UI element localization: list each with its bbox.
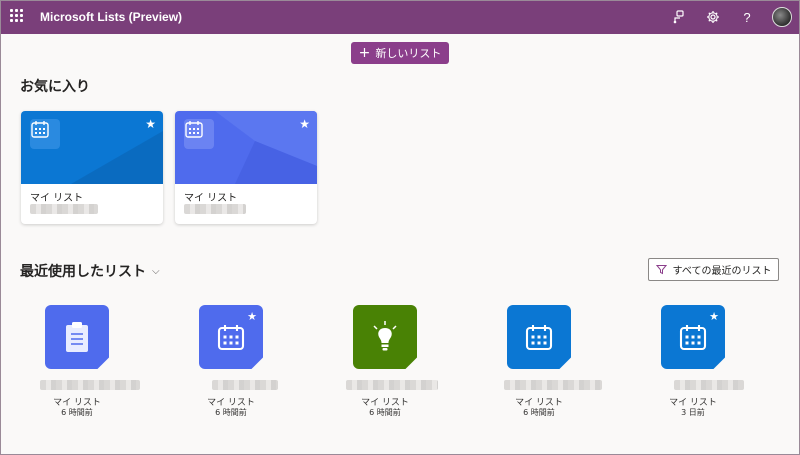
lightbulb-icon bbox=[373, 321, 397, 351]
favorite-star-icon[interactable]: ★ bbox=[299, 117, 310, 131]
list-tile: ★ bbox=[199, 305, 263, 369]
favorite-card-name: マイ リスト bbox=[30, 193, 84, 204]
clipboard-icon bbox=[66, 322, 88, 352]
app-title[interactable]: Microsoft Lists (Preview) bbox=[40, 10, 182, 24]
calendar-icon bbox=[525, 325, 553, 351]
calendar-icon bbox=[184, 119, 214, 149]
list-tile bbox=[507, 305, 571, 369]
new-list-button[interactable]: + 新しいリスト bbox=[351, 42, 449, 64]
blurred-site-name bbox=[40, 380, 140, 390]
favorite-card-banner: ★ bbox=[21, 111, 163, 184]
recent-list-item[interactable]: マイ リスト 6 時間前 bbox=[308, 305, 462, 417]
favorites-heading: お気に入り bbox=[20, 79, 90, 95]
blurred-site-name bbox=[30, 204, 98, 214]
blurred-site-name bbox=[184, 204, 246, 214]
recent-list-time: 6 時間前 bbox=[61, 408, 93, 417]
recent-lists-heading-label: 最近使用したリスト bbox=[20, 264, 146, 280]
favorite-star-icon[interactable]: ★ bbox=[145, 117, 156, 131]
blurred-site-name bbox=[212, 380, 278, 390]
recent-lists-heading[interactable]: 最近使用したリスト ⌵ bbox=[20, 261, 160, 281]
filter-icon bbox=[655, 265, 667, 275]
share-flow-icon[interactable] bbox=[664, 0, 694, 34]
recent-list-time: 6 時間前 bbox=[369, 408, 401, 417]
recent-list-time: 6 時間前 bbox=[215, 408, 247, 417]
filter-label: すべての最近のリスト bbox=[672, 266, 772, 277]
recent-list-item[interactable]: ★ マイ リスト 3 日前 bbox=[616, 305, 770, 417]
user-avatar[interactable] bbox=[772, 7, 792, 27]
calendar-icon bbox=[679, 325, 707, 351]
recent-list-time: 6 時間前 bbox=[523, 408, 555, 417]
list-tile bbox=[353, 305, 417, 369]
favorite-star-icon[interactable]: ★ bbox=[709, 310, 719, 323]
calendar-icon bbox=[217, 325, 245, 351]
blurred-site-name bbox=[504, 380, 602, 390]
list-tile bbox=[45, 305, 109, 369]
settings-gear-icon[interactable] bbox=[698, 0, 728, 34]
help-icon[interactable]: ? bbox=[732, 0, 762, 34]
new-list-label: 新しいリスト bbox=[375, 47, 442, 60]
app-header-bar: Microsoft Lists (Preview) ? bbox=[0, 0, 800, 34]
recent-list-item[interactable]: マイ リスト 6 時間前 bbox=[462, 305, 616, 417]
blurred-site-name bbox=[674, 380, 744, 390]
list-tile: ★ bbox=[661, 305, 725, 369]
app-launcher-icon[interactable] bbox=[10, 9, 26, 25]
favorite-card-name: マイ リスト bbox=[184, 193, 238, 204]
blurred-site-name bbox=[346, 380, 438, 390]
favorite-card-banner: ★ bbox=[175, 111, 317, 184]
favorite-card[interactable]: ★ マイ リスト bbox=[175, 111, 317, 224]
all-recent-lists-filter-button[interactable]: すべての最近のリスト bbox=[648, 258, 779, 281]
plus-icon: + bbox=[358, 45, 371, 61]
recent-list-item[interactable]: ★ マイ リスト 6 時間前 bbox=[154, 305, 308, 417]
recent-list-time: 3 日前 bbox=[681, 408, 705, 417]
recent-list-item[interactable]: マイ リスト 6 時間前 bbox=[0, 305, 154, 417]
favorite-card[interactable]: ★ マイ リスト bbox=[21, 111, 163, 224]
chevron-down-icon: ⌵ bbox=[152, 265, 160, 277]
favorite-star-icon[interactable]: ★ bbox=[247, 310, 257, 323]
calendar-icon bbox=[30, 119, 60, 149]
